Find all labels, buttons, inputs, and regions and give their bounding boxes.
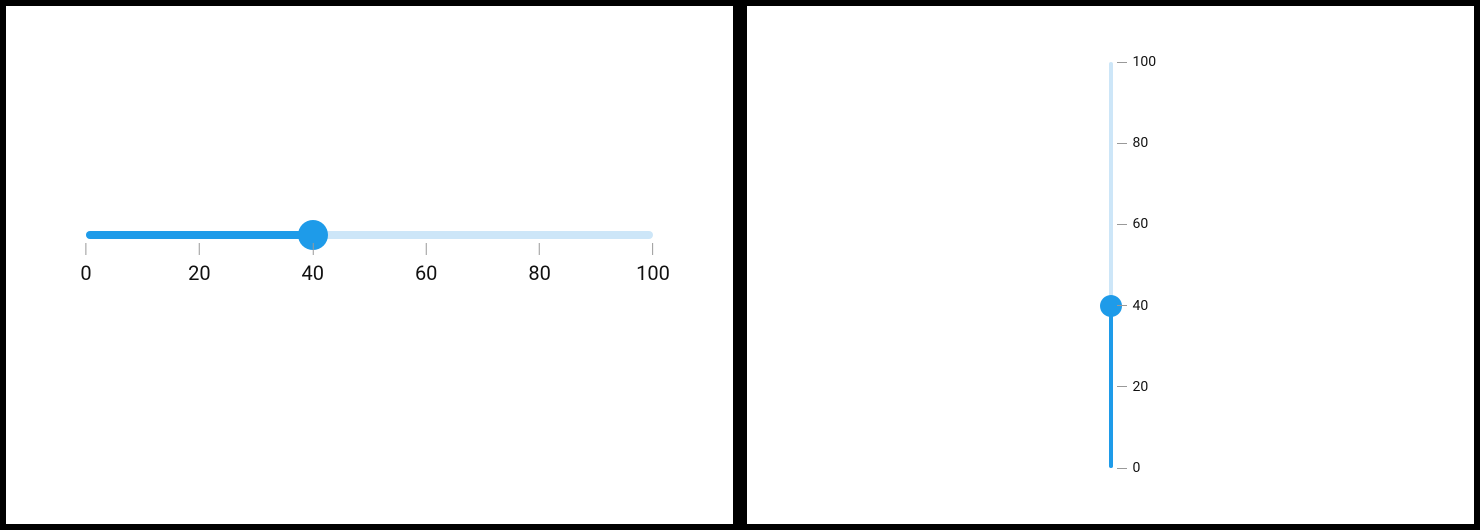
- tick-mark: [1117, 62, 1127, 63]
- tick-mark: [1117, 143, 1127, 144]
- vertical-slider-tick: 100: [1113, 54, 1157, 70]
- vertical-slider-rail[interactable]: 020406080100: [1109, 62, 1113, 468]
- horizontal-slider-ticks: 020406080100: [86, 243, 653, 283]
- tick-label: 60: [1133, 216, 1149, 232]
- horizontal-slider-fill: [86, 231, 313, 239]
- tick-label: 20: [1133, 379, 1149, 395]
- tick-mark: [426, 243, 427, 255]
- tick-label: 80: [528, 261, 550, 285]
- vertical-slider-panel: 0 20 40 60 80 100: [747, 6, 1474, 524]
- tick-mark: [1117, 305, 1127, 306]
- vertical-slider-tick: 0: [1113, 460, 1141, 476]
- tick-mark: [199, 243, 200, 255]
- tick-label: 40: [302, 261, 324, 285]
- horizontal-slider-rail[interactable]: [86, 231, 653, 239]
- tick-label: 0: [80, 261, 91, 285]
- tick-mark: [86, 243, 87, 255]
- horizontal-slider-tick: 100: [636, 243, 670, 285]
- tick-label: 100: [1133, 54, 1157, 70]
- horizontal-slider-panel: 0 20 40 60 80 100: [6, 6, 733, 524]
- horizontal-slider-tick: 80: [528, 243, 550, 285]
- tick-mark: [312, 243, 313, 255]
- horizontal-slider-tick: 60: [415, 243, 437, 285]
- vertical-slider-tick: 80: [1113, 135, 1149, 151]
- tick-mark: [1117, 468, 1127, 469]
- horizontal-slider[interactable]: 020406080100: [86, 231, 653, 283]
- tick-label: 40: [1133, 298, 1149, 314]
- horizontal-slider-tick: 20: [188, 243, 210, 285]
- tick-mark: [1117, 386, 1127, 387]
- vertical-slider[interactable]: 020406080100: [1109, 62, 1113, 468]
- tick-label: 60: [415, 261, 437, 285]
- tick-mark: [1117, 224, 1127, 225]
- horizontal-slider-tick: 0: [80, 243, 91, 285]
- horizontal-slider-tick: 40: [302, 243, 324, 285]
- tick-mark: [539, 243, 540, 255]
- tick-label: 100: [636, 261, 670, 285]
- tick-label: 0: [1133, 460, 1141, 476]
- vertical-slider-tick: 60: [1113, 216, 1149, 232]
- vertical-slider-tick: 40: [1113, 298, 1149, 314]
- tick-label: 20: [188, 261, 210, 285]
- tick-label: 80: [1133, 135, 1149, 151]
- tick-mark: [652, 243, 653, 255]
- vertical-slider-tick: 20: [1113, 379, 1149, 395]
